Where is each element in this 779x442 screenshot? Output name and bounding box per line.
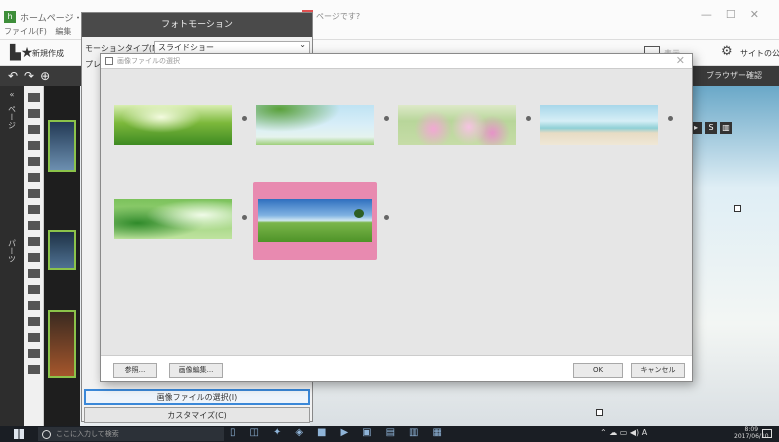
connector-dot <box>242 116 247 121</box>
dialog-window-icon <box>105 57 113 65</box>
system-tray[interactable]: ⌃ ☁ ▭ ◀) A <box>600 428 647 437</box>
cancel-button[interactable]: キャンセル <box>631 363 685 378</box>
connector-dot <box>384 215 389 220</box>
image-item-field-tree[interactable] <box>253 182 377 260</box>
tool-icon[interactable] <box>27 205 40 214</box>
browser-confirm-button[interactable]: ブラウザー確認 <box>706 70 762 81</box>
dialog-footer: 参照... 画像編集... OK キャンセル <box>101 357 692 383</box>
tool-icon[interactable] <box>27 157 40 166</box>
clover-image <box>114 105 232 145</box>
resize-handle[interactable] <box>734 205 741 212</box>
page-thumbnails <box>44 86 80 426</box>
browse-button[interactable]: 参照... <box>113 363 157 378</box>
photo-motion-title: フォトモーション <box>82 13 312 37</box>
image-item-beach[interactable] <box>537 85 661 163</box>
tool-icon[interactable] <box>27 269 40 278</box>
taskbar-app-icons[interactable]: ▯◫✦◈■▶▣▤▥▦ <box>230 427 456 438</box>
select-image-file-button[interactable]: 画像ファイルの選択(I) <box>84 389 310 405</box>
menu-edit[interactable]: 編集 <box>55 27 71 36</box>
page-thumbnail[interactable] <box>48 230 76 270</box>
rail-collapse-icon[interactable]: « <box>0 90 24 99</box>
tool-icon[interactable] <box>27 333 40 342</box>
tool-icon[interactable] <box>27 109 40 118</box>
new-create-button[interactable]: 新規作成 <box>32 48 64 59</box>
undo-redo-zoom-icons[interactable]: ↶↷⊕ <box>8 69 56 83</box>
dialog-title: 画像ファイルの選択 <box>117 57 180 65</box>
tool-icon[interactable] <box>27 173 40 182</box>
connector-dot <box>384 116 389 121</box>
rail-parts-label[interactable]: パーツ <box>7 239 18 263</box>
page-element-icons: ▸ S ▥ <box>690 122 735 134</box>
trash-icon[interactable]: ▥ <box>720 122 732 134</box>
select-image-dialog: 画像ファイルの選択 ✕ 参照... 画像編集... OK キャンセル <box>100 53 693 382</box>
dialog-titlebar: 画像ファイルの選択 ✕ <box>101 54 692 68</box>
s-icon[interactable]: S <box>705 122 717 134</box>
taskbar-search-input[interactable]: ここに入力して検索 <box>38 427 224 441</box>
taskbar: ここに入力して検索 ▯◫✦◈■▶▣▤▥▦ ⌃ ☁ ▭ ◀) A 8:09 201… <box>0 426 779 442</box>
publish-icon[interactable]: ⚙ <box>721 44 733 59</box>
beach-image <box>540 105 658 145</box>
image-item-green-leaves[interactable] <box>111 179 235 257</box>
tool-icon[interactable] <box>27 141 40 150</box>
ok-button[interactable]: OK <box>573 363 623 378</box>
tool-icon[interactable] <box>27 301 40 310</box>
image-item-clover[interactable] <box>111 85 235 163</box>
tool-icon[interactable] <box>27 221 40 230</box>
ime-indicator[interactable]: A <box>642 428 647 437</box>
image-item-leaves-sky[interactable] <box>253 85 377 163</box>
page-thumbnail[interactable] <box>48 310 76 378</box>
tool-icon[interactable] <box>27 349 40 358</box>
tool-icon[interactable] <box>27 365 40 374</box>
image-item-cosmos[interactable] <box>395 85 519 163</box>
left-rail: « ページ パーツ <box>0 86 24 426</box>
resize-handle[interactable] <box>596 409 603 416</box>
green-leaves-image <box>114 199 232 239</box>
browser-tab-title[interactable]: ページです? <box>316 11 360 22</box>
customize-button[interactable]: カスタマイズ(C) <box>84 407 310 423</box>
close-icon[interactable]: ✕ <box>676 54 685 67</box>
connector-dot <box>668 116 673 121</box>
app-logo: h <box>4 11 16 23</box>
tool-icon[interactable] <box>27 317 40 326</box>
new-page-icon[interactable]: ▙★ <box>10 45 33 61</box>
connector-dot <box>242 215 247 220</box>
leaves-sky-image <box>256 105 374 145</box>
app-menu: ファイル(F) 編集 <box>4 26 77 37</box>
field-tree-image <box>258 199 372 242</box>
tool-icon[interactable] <box>27 237 40 246</box>
tool-icon[interactable] <box>27 93 40 102</box>
tool-icon[interactable] <box>27 189 40 198</box>
tool-icon[interactable] <box>27 125 40 134</box>
window-controls[interactable]: —☐✕ <box>701 8 773 21</box>
tool-icon[interactable] <box>27 285 40 294</box>
rail-page-label[interactable]: ページ <box>7 105 18 129</box>
publish-button[interactable]: サイトの公開 <box>740 48 779 59</box>
menu-file[interactable]: ファイル(F) <box>4 27 47 36</box>
image-list <box>101 68 692 356</box>
cosmos-image <box>398 105 516 145</box>
connector-dot <box>526 116 531 121</box>
windows-start-icon[interactable] <box>14 429 24 439</box>
image-edit-button[interactable]: 画像編集... <box>169 363 223 378</box>
page-thumbnail[interactable] <box>48 120 76 172</box>
tool-icon[interactable] <box>27 253 40 262</box>
notification-icon[interactable] <box>762 429 772 438</box>
parts-tool-column <box>24 86 44 426</box>
